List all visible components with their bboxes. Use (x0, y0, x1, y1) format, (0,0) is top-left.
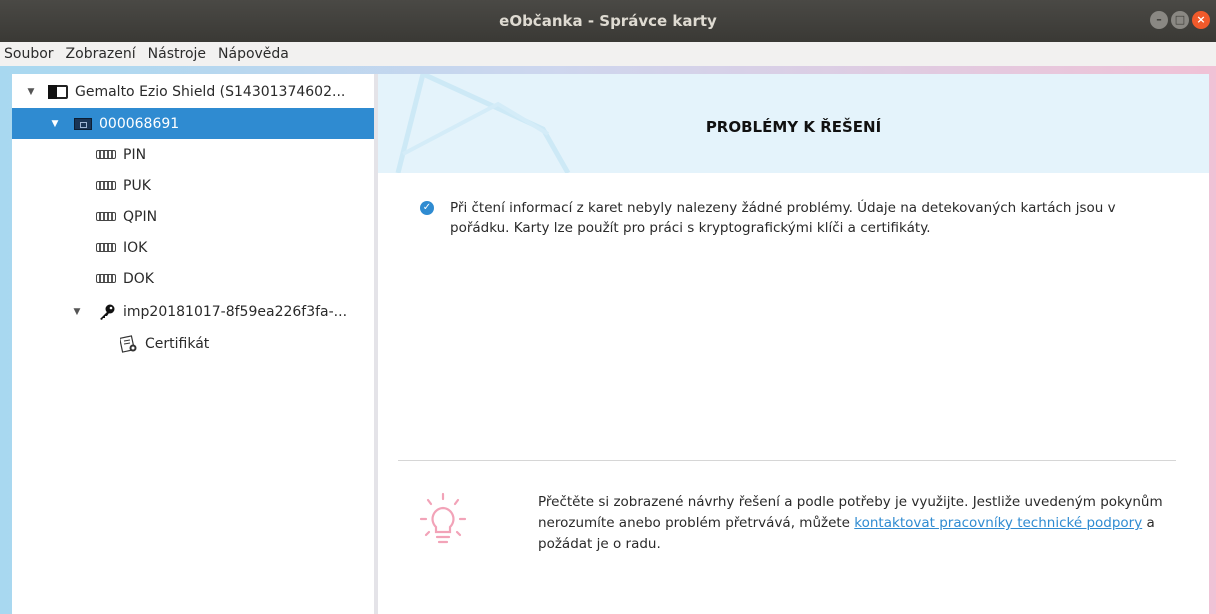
menu-bar: Soubor Zobrazení Nástroje Nápověda (0, 42, 1216, 66)
card-tree[interactable]: ▼ Gemalto Ezio Shield (S14301374602... ▼… (12, 74, 412, 614)
menu-napoveda[interactable]: Nápověda (212, 46, 295, 62)
pin-code-icon (96, 181, 116, 190)
reader-label: Gemalto Ezio Shield (S14301374602... (75, 83, 346, 100)
tree-item-label: QPIN (123, 208, 158, 225)
card-label: 000068691 (99, 115, 180, 132)
tree-item-label: IOK (123, 239, 148, 256)
tree-item-label: PIN (123, 146, 147, 163)
certificate-label: Certifikát (145, 335, 210, 352)
tree-node-reader[interactable]: ▼ Gemalto Ezio Shield (S14301374602... (12, 76, 388, 107)
problems-panel: PROBLÉMY K ŘEŠENÍ ✓ Při čtení informací … (378, 74, 1209, 614)
close-button[interactable]: × (1192, 11, 1210, 29)
smart-card-icon (74, 117, 92, 130)
check-icon: ✓ (420, 201, 434, 215)
tree-node-card[interactable]: ▼ 000068691 (12, 108, 412, 139)
card-reader-icon (48, 84, 68, 99)
menu-nastroje[interactable]: Nástroje (142, 46, 212, 62)
divider (398, 460, 1176, 461)
tree-item-label: PUK (123, 177, 151, 194)
app-window: eObčanka - Správce karty – □ × Soubor Zo… (0, 0, 1216, 614)
help-message: Přečtěte si zobrazené návrhy řešení a po… (538, 492, 1178, 555)
pin-code-icon (96, 212, 116, 221)
title-bar: eObčanka - Správce karty – □ × (0, 0, 1216, 42)
pin-code-icon (96, 274, 116, 283)
window-title: eObčanka - Správce karty (499, 12, 717, 30)
status-message: ✓ Při čtení informací z karet nebyly nal… (420, 198, 1170, 238)
minimize-button[interactable]: – (1150, 11, 1168, 29)
window-controls: – □ × (1150, 11, 1210, 29)
key-icon (100, 304, 115, 320)
menu-zobrazeni[interactable]: Zobrazení (60, 46, 142, 62)
tree-item-label: DOK (123, 270, 154, 287)
key-label: imp20181017-8f59ea226f3fa-... (123, 303, 348, 320)
menu-soubor[interactable]: Soubor (0, 46, 60, 62)
support-link[interactable]: kontaktovat pracovníky technické podpory (854, 515, 1142, 531)
certificate-icon (120, 334, 137, 353)
pin-code-icon (96, 150, 116, 159)
expand-arrow-icon[interactable]: ▼ (50, 119, 60, 129)
tree-node-key[interactable]: ▼ imp20181017-8f59ea226f3fa-... (12, 296, 434, 327)
pin-code-icon (96, 243, 116, 252)
page-title: PROBLÉMY K ŘEŠENÍ (705, 118, 882, 136)
lightbulb-icon (419, 492, 467, 544)
expand-arrow-icon[interactable]: ▼ (26, 87, 36, 97)
maximize-button[interactable]: □ (1171, 11, 1189, 29)
expand-arrow-icon[interactable]: ▼ (72, 307, 82, 317)
status-text: Při čtení informací z karet nebyly nalez… (450, 200, 1116, 236)
